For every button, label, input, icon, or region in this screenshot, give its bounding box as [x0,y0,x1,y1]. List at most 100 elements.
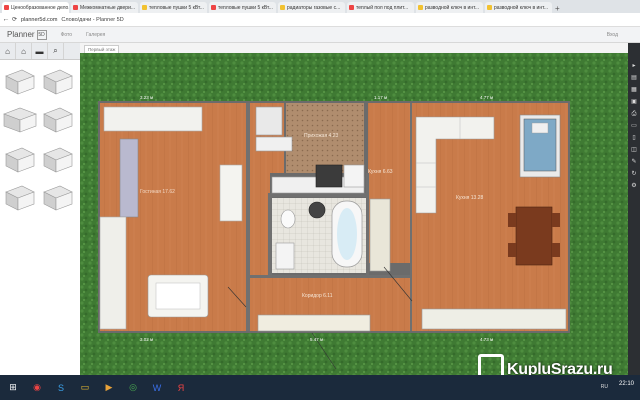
rail-2d-icon[interactable]: ▭ [631,123,637,129]
shape-l-room[interactable] [43,107,73,133]
living-sofa-long[interactable] [103,106,203,132]
right-tool-rail: ▸ ▤ ▦ ▣ ⎙ ▭ ▯ ◫ ✎ ↻ ⚙ [628,43,640,375]
living-wardrobe[interactable] [119,138,139,218]
search-icon[interactable]: ⌕ [48,43,64,59]
sink[interactable] [308,201,326,219]
browser-tab[interactable]: Межкомнатные двери... [71,2,138,13]
tab-favicon-icon [418,5,423,10]
shape-t-room[interactable] [5,185,35,211]
os-taskbar: ⊞ ◉ S ▭ ▶ ◎ W Я RU 22:10 [0,375,640,400]
dim-bottom-right: 4.73 м [480,337,493,342]
clock-time: 22:10 [618,381,634,387]
media-taskbar-icon[interactable]: ▶ [98,379,120,397]
shape-long-room[interactable] [3,107,37,133]
bed[interactable] [519,114,561,178]
tab-label: разводной ключ в инт... [425,4,480,11]
tab-favicon-icon [211,5,216,10]
rail-3d-icon[interactable]: ▯ [632,135,635,141]
rail-print-icon[interactable]: ⎙ [632,111,637,117]
dim-top-left: 3.23 м [140,95,153,100]
bathtub[interactable] [331,200,363,268]
category-toolbar: ⌂ ⌂ ▬ ⌕ [0,43,80,60]
tab-label: разводной ключ в инт... [494,4,549,11]
shape-corner-room[interactable] [43,69,73,95]
browser-tab[interactable]: разводной ключ в инт... [416,2,483,13]
living-tv-stand[interactable] [219,164,243,222]
browser-tab[interactable]: Ценообразованное дело... [2,2,69,13]
folder-taskbar-icon[interactable]: ▭ [74,379,96,397]
furniture-icon[interactable]: ▬ [32,43,48,59]
rail-folder-icon[interactable]: ▤ [631,75,637,81]
skype-taskbar-icon[interactable]: S [50,379,72,397]
tab-label: Ценообразованное дело... [11,4,69,11]
home-icon[interactable]: ⌂ [16,43,32,59]
shape-notch-room[interactable] [5,147,35,173]
planner-logo[interactable]: Planner 5D [7,29,47,40]
living-armchair[interactable] [147,274,209,318]
shape-square-room[interactable] [5,69,35,95]
url-field[interactable]: planner5d.com [21,17,57,23]
browser-tab[interactable]: теплый пол под плит... [347,2,414,13]
tab-label: Межкомнатные двери... [80,4,136,11]
tab-label: радиаторы газовые с... [287,4,341,11]
dim-top-right: 4.77 м [480,95,493,100]
washing-machine[interactable] [275,242,295,270]
tab-favicon-icon [4,5,9,10]
dining-table[interactable] [508,206,560,266]
nav-gallery[interactable]: Галерея [86,32,105,38]
room-label-entry: Прихожая 4.23 [304,133,339,139]
tab-favicon-icon [487,5,492,10]
clock[interactable]: 22:10 [619,381,634,388]
shape-box-room[interactable] [43,185,73,211]
dim-bottom-left: 3.02 м [140,337,153,342]
tab-label: тепловые пушки 5 кВт... [218,4,273,11]
rail-rotate-icon[interactable]: ↻ [631,171,636,177]
page-title: Слово/дачи - Planner 5D [61,16,124,23]
app-header: Planner 5D Фото Галерея Вход [0,27,640,43]
browser-tab[interactable]: радиаторы газовые с... [278,2,345,13]
dim-top-mid: 1.17 м [374,95,387,100]
yandex-taskbar-icon[interactable]: Я [170,379,192,397]
rail-grid-icon[interactable]: ▦ [631,87,637,93]
logo-badge: 5D [36,29,47,40]
system-tray[interactable]: RU [601,384,608,390]
rail-expand-icon[interactable]: ▸ [632,63,635,69]
back-arrow-icon[interactable]: ← [0,16,12,23]
room-label-corridor: Коридор 6.11 [302,293,333,299]
rail-edit-icon[interactable]: ✎ [631,159,636,165]
room-tool-icon[interactable]: ⌂ [0,43,16,59]
dim-bottom-mid: 5.47 м [310,337,323,342]
tab-favicon-icon [142,5,147,10]
start-icon[interactable]: ⊞ [2,379,24,397]
room-shapes-svg [3,69,73,211]
reload-icon[interactable]: ⟳ [12,16,17,23]
tab-favicon-icon [349,5,354,10]
browser-tab[interactable]: тепловые пушки 5 кВт... [209,2,276,13]
rail-save-icon[interactable]: ▣ [631,99,637,105]
chrome-taskbar-icon[interactable]: ◎ [122,379,144,397]
rail-layers-icon[interactable]: ◫ [631,147,637,153]
floorplan-canvas[interactable]: Гостиная 17.62 Прихожая 4.23 Кухня 6.63 [80,53,628,375]
shape-u-room[interactable] [43,147,73,173]
address-bar: ← ⟳ planner5d.com Слово/дачи - Planner 5… [0,13,640,27]
tab-favicon-icon [73,5,78,10]
toilet[interactable] [280,209,296,229]
browser-taskbar-icon[interactable]: ◉ [26,379,48,397]
login-link[interactable]: Вход [607,32,618,38]
browser-tab[interactable]: тепловые пушки 5 кВт... [140,2,207,13]
browser-tab[interactable]: разводной ключ в инт... [485,2,552,13]
new-tab-button[interactable]: + [555,5,563,13]
long-bench[interactable] [421,308,567,330]
tab-label: теплый пол под плит... [356,4,409,11]
browser-tab-bar: Ценообразованное дело... Межкомнатные две… [0,0,640,13]
floor-bar: Первый этаж [80,43,628,54]
logo-text: Planner [7,30,35,39]
room-label-right: Кухня 13.28 [456,195,484,201]
living-shelf[interactable] [99,216,127,330]
nav-photo[interactable]: Фото [61,32,73,38]
word-taskbar-icon[interactable]: W [146,379,168,397]
corridor-cabinet[interactable] [257,314,371,332]
bath-cabinet[interactable] [369,198,391,272]
rail-settings-icon[interactable]: ⚙ [631,183,636,189]
floorplan-svg: Гостиная 17.62 Прихожая 4.23 Кухня 6.63 [80,53,628,375]
